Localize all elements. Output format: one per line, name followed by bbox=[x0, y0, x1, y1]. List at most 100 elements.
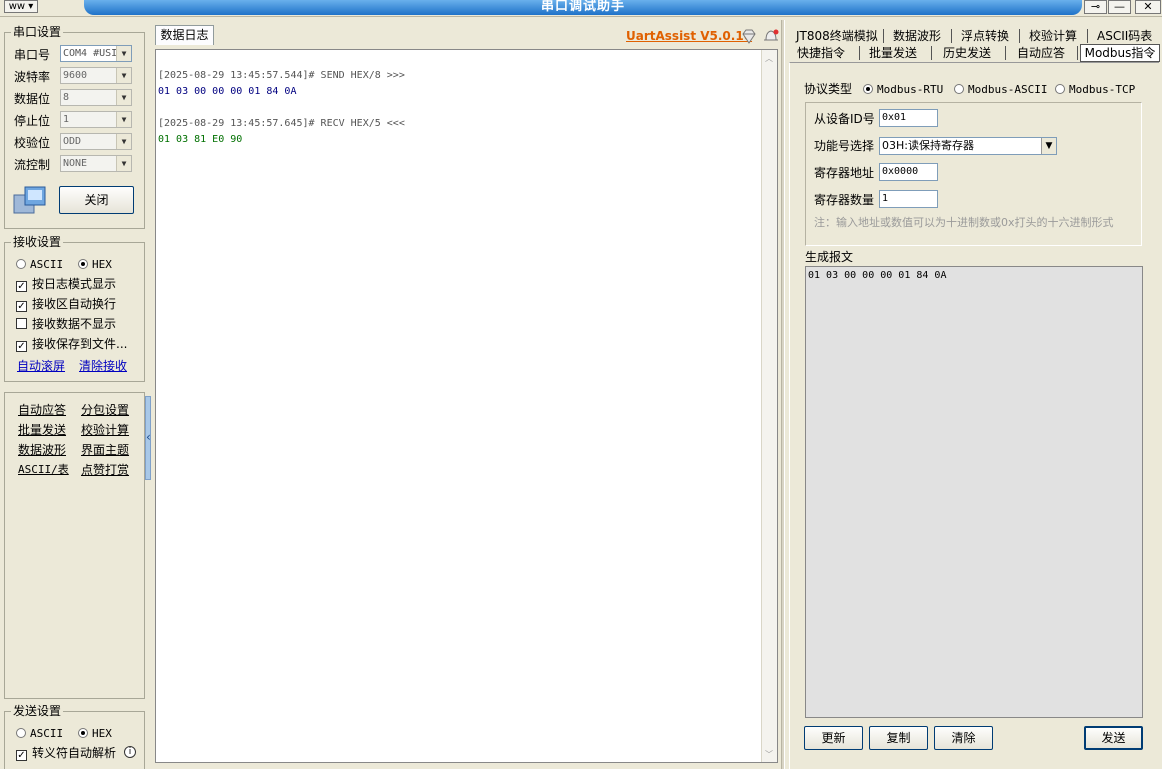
send-settings-legend: 发送设置 bbox=[11, 704, 64, 718]
donate-link[interactable]: 点赞打赏 bbox=[81, 463, 129, 477]
tab-history-send[interactable]: 历史发送 bbox=[943, 46, 991, 60]
tab-data-log[interactable]: 数据日志 bbox=[155, 25, 214, 45]
tab-separator bbox=[1005, 46, 1006, 60]
tab-checksum[interactable]: 校验计算 bbox=[1029, 29, 1077, 43]
radio-checked-icon bbox=[78, 728, 88, 738]
radio-icon bbox=[16, 259, 26, 269]
flowcontrol-label: 流控制 bbox=[14, 158, 51, 172]
stopbits-select[interactable]: 1 ▼ bbox=[60, 111, 132, 128]
chevron-down-icon: ▼ bbox=[1041, 138, 1056, 154]
clear-button[interactable]: 清除 bbox=[934, 726, 993, 750]
radio-icon bbox=[16, 728, 26, 738]
waveform-link[interactable]: 数据波形 bbox=[18, 443, 66, 457]
generated-label: 生成报文 bbox=[805, 250, 854, 264]
clear-receive-link[interactable]: 清除接收 bbox=[79, 359, 127, 373]
chevron-down-icon: ▼ bbox=[116, 156, 131, 171]
diamond-icon[interactable] bbox=[740, 29, 758, 44]
close-window-button[interactable]: ✕ bbox=[1135, 0, 1161, 14]
tab-modbus[interactable]: Modbus指令 bbox=[1080, 44, 1160, 62]
baud-select[interactable]: 9600 ▼ bbox=[60, 67, 132, 84]
app-window: ᴡᴡ ▾ 串口调试助手 ⊸ — ✕ 串口设置 串口号 COM4 #USI ▼ 波特… bbox=[0, 0, 1162, 769]
tab-separator bbox=[931, 46, 932, 60]
theme-link[interactable]: 界面主题 bbox=[81, 443, 129, 457]
tab-float-convert[interactable]: 浮点转换 bbox=[961, 29, 1009, 43]
autoscroll-link[interactable]: 自动滚屏 bbox=[17, 359, 65, 373]
receive-settings-legend: 接收设置 bbox=[11, 235, 64, 249]
receive-ascii-radio[interactable]: ASCII bbox=[16, 258, 63, 271]
parity-select[interactable]: ODD ▼ bbox=[60, 133, 132, 150]
databits-select[interactable]: 8 ▼ bbox=[60, 89, 132, 106]
reg-count-input[interactable]: 1 bbox=[879, 190, 938, 208]
copy-button[interactable]: 复制 bbox=[869, 726, 928, 750]
ascii-table-link[interactable]: ASCII/表 bbox=[18, 463, 69, 477]
tab-waveform[interactable]: 数据波形 bbox=[893, 29, 941, 43]
system-menu-icon[interactable]: ᴡᴡ ▾ bbox=[4, 0, 38, 13]
tab-separator bbox=[951, 29, 952, 43]
log-mode-checkbox[interactable]: ✓ 按日志模式显示 bbox=[16, 277, 116, 292]
scroll-down-icon[interactable]: ﹀ bbox=[765, 749, 773, 760]
log-recv-header: [2025-08-29 13:45:57.645]# RECV HEX/5 <<… bbox=[158, 118, 405, 129]
checkmark-icon: ✓ bbox=[16, 301, 27, 312]
minimize-button[interactable]: — bbox=[1108, 0, 1131, 14]
tab-auto-reply[interactable]: 自动应答 bbox=[1017, 46, 1065, 60]
scroll-up-icon[interactable]: ︿ bbox=[765, 53, 773, 64]
tab-jt808[interactable]: JT808终端模拟 bbox=[796, 29, 878, 43]
protocol-rtu-radio[interactable]: Modbus-RTU bbox=[863, 83, 943, 96]
packet-settings-link[interactable]: 分包设置 bbox=[81, 403, 129, 417]
escape-parse-checkbox[interactable]: ✓ 转义符自动解析 bbox=[16, 746, 116, 761]
chevron-down-icon: ▼ bbox=[116, 112, 131, 127]
port-select[interactable]: COM4 #USI ▼ bbox=[60, 45, 132, 62]
stopbits-label: 停止位 bbox=[14, 114, 51, 128]
checkmark-icon: ✓ bbox=[16, 341, 27, 352]
reg-count-label: 寄存器数量 bbox=[814, 193, 875, 207]
generated-message-area[interactable]: 01 03 00 00 00 01 84 0A bbox=[805, 266, 1143, 718]
close-port-button[interactable]: 关闭 bbox=[59, 186, 134, 214]
tab-batch-send[interactable]: 批量发送 bbox=[869, 46, 917, 60]
reg-addr-label: 寄存器地址 bbox=[814, 166, 875, 180]
checksum-link[interactable]: 校验计算 bbox=[81, 423, 129, 437]
log-scrollbar[interactable]: ︿ ﹀ bbox=[761, 50, 777, 762]
port-label: 串口号 bbox=[14, 48, 51, 62]
receive-log-area[interactable]: [2025-08-29 13:45:57.544]# SEND HEX/8 >>… bbox=[155, 49, 778, 763]
send-ascii-radio[interactable]: ASCII bbox=[16, 727, 63, 740]
auto-reply-link[interactable]: 自动应答 bbox=[18, 403, 66, 417]
batch-send-link[interactable]: 批量发送 bbox=[18, 423, 66, 437]
tab-separator bbox=[859, 46, 860, 60]
brand-link[interactable]: UartAssist V5.0.10 bbox=[626, 29, 752, 43]
checkmark-icon: ✓ bbox=[16, 281, 27, 292]
flowcontrol-select[interactable]: NONE ▼ bbox=[60, 155, 132, 172]
hide-receive-checkbox[interactable]: 接收数据不显示 bbox=[16, 317, 116, 331]
send-button[interactable]: 发送 bbox=[1084, 726, 1143, 750]
tab-quick-commands[interactable]: 快捷指令 bbox=[797, 46, 845, 60]
tab-separator bbox=[1077, 46, 1078, 60]
function-select[interactable]: 03H:读保持寄存器 ▼ bbox=[879, 137, 1057, 155]
tab-ascii-table[interactable]: ASCII码表 bbox=[1097, 29, 1152, 43]
auto-wrap-checkbox[interactable]: ✓ 接收区自动换行 bbox=[16, 297, 116, 312]
pin-icon[interactable]: ⊸ bbox=[1084, 0, 1107, 14]
save-to-file-checkbox[interactable]: ✓ 接收保存到文件... bbox=[16, 337, 127, 352]
chevron-down-icon: ▼ bbox=[116, 46, 131, 61]
reg-addr-input[interactable]: 0x0000 bbox=[879, 163, 938, 181]
update-button[interactable]: 更新 bbox=[804, 726, 863, 750]
tab-separator bbox=[1019, 29, 1020, 43]
send-hex-radio[interactable]: HEX bbox=[78, 727, 112, 740]
slave-id-input[interactable]: 0x01 bbox=[879, 109, 938, 127]
radio-icon bbox=[954, 84, 964, 94]
collapse-panel-handle[interactable]: ‹ bbox=[145, 396, 151, 480]
protocol-ascii-radio[interactable]: Modbus-ASCII bbox=[954, 83, 1047, 96]
info-icon[interactable]: i bbox=[124, 746, 136, 758]
generated-message-text: 01 03 00 00 00 01 84 0A bbox=[808, 270, 947, 281]
radio-checked-icon bbox=[78, 259, 88, 269]
tab-separator bbox=[1087, 29, 1088, 43]
window-title: 串口调试助手 bbox=[84, 0, 1082, 15]
panel-splitter[interactable] bbox=[781, 20, 785, 769]
chevron-down-icon: ▼ bbox=[116, 68, 131, 83]
title-bar: ᴡᴡ ▾ 串口调试助手 ⊸ — ✕ bbox=[0, 0, 1162, 17]
receive-hex-radio[interactable]: HEX bbox=[78, 258, 112, 271]
slave-id-label: 从设备ID号 bbox=[814, 112, 875, 126]
databits-label: 数据位 bbox=[14, 92, 51, 106]
function-label: 功能号选择 bbox=[814, 139, 875, 153]
checkbox-empty-icon bbox=[16, 318, 27, 329]
protocol-tcp-radio[interactable]: Modbus-TCP bbox=[1055, 83, 1135, 96]
bell-icon[interactable] bbox=[762, 28, 780, 45]
